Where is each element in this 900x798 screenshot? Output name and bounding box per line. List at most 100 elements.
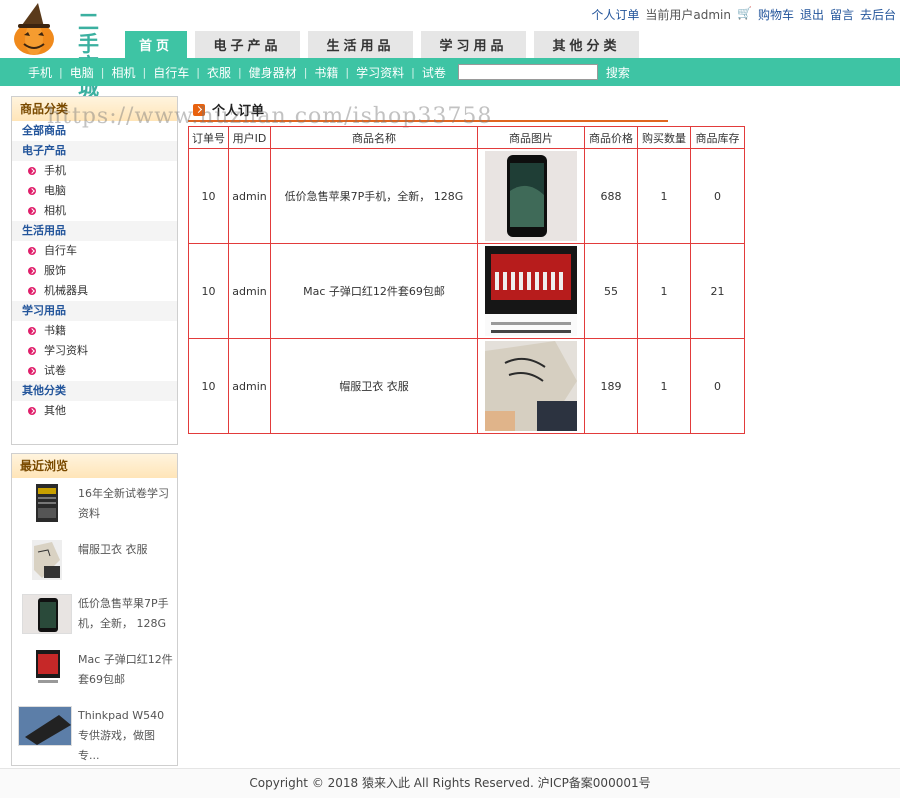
subnav-separator: | <box>100 65 105 79</box>
cell-quantity: 1 <box>637 338 691 434</box>
logout-link[interactable]: 退出 <box>800 6 824 23</box>
category-item-other[interactable]: 其他 <box>12 401 177 421</box>
message-link[interactable]: 留言 <box>830 6 854 23</box>
subnav-item-bicycle[interactable]: 自行车 <box>153 64 189 81</box>
column-header: 商品名称 <box>270 126 478 149</box>
category-item-machinery[interactable]: 机械器具 <box>12 281 177 301</box>
cell-quantity: 1 <box>637 148 691 244</box>
recent-item-title: 低价急售苹果7P手机，全新， 128G <box>78 597 169 630</box>
tab-daily-goods[interactable]: 生活用品 <box>308 31 413 58</box>
cell-user-id: admin <box>228 338 271 434</box>
table-header-row: 订单号 用户ID 商品名称 商品图片 商品价格 购买数量 商品库存 <box>188 126 745 149</box>
recent-item-title: Mac 子弹口红12件套69包邮 <box>78 653 173 686</box>
category-item-label: 服饰 <box>44 264 66 277</box>
admin-link[interactable]: 去后台 <box>860 6 896 23</box>
cell-product-name[interactable]: 帽服卫衣 衣服 <box>270 338 478 434</box>
product-image-iphone[interactable] <box>485 151 577 241</box>
subnav-item-study-material[interactable]: 学习资料 <box>356 64 404 81</box>
bullet-icon <box>28 287 36 295</box>
cell-user-id: admin <box>228 243 271 339</box>
recent-item[interactable]: 16年全新试卷学习资料 <box>18 484 173 536</box>
cell-order-id: 10 <box>188 243 229 339</box>
subnav-item-fitness[interactable]: 健身器材 <box>249 64 297 81</box>
subnav-item-camera[interactable]: 相机 <box>111 64 135 81</box>
column-header: 购买数量 <box>637 126 691 149</box>
category-item-label: 试卷 <box>44 364 66 377</box>
recent-thumb-iphone <box>22 594 72 634</box>
sub-nav: 手机 | 电脑 | 相机 | 自行车 | 衣服 | 健身器材 | 书籍 | 学习… <box>0 58 900 86</box>
tab-home[interactable]: 首页 <box>125 31 187 58</box>
category-item-label: 学习资料 <box>44 344 88 357</box>
category-group-electronics[interactable]: 电子产品 <box>12 141 177 161</box>
category-item-bicycle[interactable]: 自行车 <box>12 241 177 261</box>
product-image-lipstick[interactable] <box>485 246 577 336</box>
category-item-apparel[interactable]: 服饰 <box>12 261 177 281</box>
header: 二手 商城 个人订单 当前用户admin 🛒 购物车 退出 留言 去后台 首页 … <box>0 0 900 99</box>
cell-product-image <box>477 148 585 244</box>
bullet-icon <box>28 207 36 215</box>
table-row: 10 admin Mac 子弹口红12件套69包邮 55 1 21 <box>188 243 745 339</box>
logo-text-line1: 二手 <box>78 10 100 56</box>
product-image-hoodie[interactable] <box>485 341 577 431</box>
category-item-label: 自行车 <box>44 244 77 257</box>
pumpkin-witch-icon <box>14 3 54 55</box>
category-item-label: 其他 <box>44 404 66 417</box>
category-item-exam-papers[interactable]: 试卷 <box>12 361 177 381</box>
bullet-icon <box>28 327 36 335</box>
category-panel: 商品分类 全部商品 电子产品 手机 电脑 相机 生活用品 自行车 服饰 机械器具… <box>11 96 178 445</box>
column-header: 用户ID <box>228 126 271 149</box>
my-orders-link[interactable]: 个人订单 <box>591 6 639 23</box>
subnav-separator: | <box>411 65 415 79</box>
cell-product-name[interactable]: Mac 子弹口红12件套69包邮 <box>270 243 478 339</box>
recent-thumb-exam-papers <box>22 484 72 524</box>
cell-price: 688 <box>584 148 638 244</box>
tab-electronics[interactable]: 电子产品 <box>195 31 300 58</box>
column-header: 订单号 <box>188 126 229 149</box>
subnav-item-clothes[interactable]: 衣服 <box>207 64 231 81</box>
category-group-study[interactable]: 学习用品 <box>12 301 177 321</box>
search-button[interactable]: 搜索 <box>606 64 630 81</box>
subnav-item-computer[interactable]: 电脑 <box>70 64 94 81</box>
bullet-icon <box>28 187 36 195</box>
category-group-daily[interactable]: 生活用品 <box>12 221 177 241</box>
bullet-icon <box>28 407 36 415</box>
bullet-icon <box>28 167 36 175</box>
cell-quantity: 1 <box>637 243 691 339</box>
tab-other[interactable]: 其他分类 <box>534 31 639 58</box>
category-item-phone[interactable]: 手机 <box>12 161 177 181</box>
category-item-study-material[interactable]: 学习资料 <box>12 341 177 361</box>
category-item-label: 电脑 <box>44 184 66 197</box>
subnav-item-books[interactable]: 书籍 <box>314 64 338 81</box>
bullet-icon <box>28 347 36 355</box>
recent-item-title: 帽服卫衣 衣服 <box>78 543 148 556</box>
tab-study-goods[interactable]: 学习用品 <box>421 31 526 58</box>
top-links: 个人订单 当前用户admin 🛒 购物车 退出 留言 去后台 <box>591 6 896 23</box>
cell-stock: 21 <box>690 243 745 339</box>
recent-panel-title: 最近浏览 <box>12 454 177 478</box>
footer: Copyright © 2018 猿来入此 All Rights Reserve… <box>0 768 900 798</box>
cell-order-id: 10 <box>188 148 229 244</box>
subnav-item-phone[interactable]: 手机 <box>28 64 52 81</box>
category-item-computer[interactable]: 电脑 <box>12 181 177 201</box>
recent-thumb-lipstick <box>22 650 72 690</box>
logo[interactable]: 二手 商城 <box>10 3 120 99</box>
category-item-books[interactable]: 书籍 <box>12 321 177 341</box>
recent-item[interactable]: Mac 子弹口红12件套69包邮 <box>18 650 173 702</box>
search-input[interactable] <box>457 64 598 80</box>
recent-item[interactable]: 帽服卫衣 衣服 <box>18 540 173 592</box>
category-item-camera[interactable]: 相机 <box>12 201 177 221</box>
cell-product-image <box>477 243 585 339</box>
cart-link[interactable]: 购物车 <box>758 6 794 23</box>
subnav-separator: | <box>237 65 242 79</box>
recent-item[interactable]: 低价急售苹果7P手机，全新， 128G <box>18 594 173 646</box>
cart-icon[interactable]: 🛒 <box>737 6 752 23</box>
cell-product-name[interactable]: 低价急售苹果7P手机，全新， 128G <box>270 148 478 244</box>
category-group-other[interactable]: 其他分类 <box>12 381 177 401</box>
recent-thumb-laptop <box>18 706 72 746</box>
category-item-label: 相机 <box>44 204 66 217</box>
category-item-label: 书籍 <box>44 324 66 337</box>
table-row: 10 admin 低价急售苹果7P手机，全新， 128G 688 1 0 <box>188 148 745 244</box>
orders-table: 订单号 用户ID 商品名称 商品图片 商品价格 购买数量 商品库存 10 adm… <box>188 126 745 434</box>
recent-item[interactable]: Thinkpad W540专供游戏，做图专... <box>18 706 173 762</box>
subnav-item-exam-papers[interactable]: 试卷 <box>422 64 446 81</box>
